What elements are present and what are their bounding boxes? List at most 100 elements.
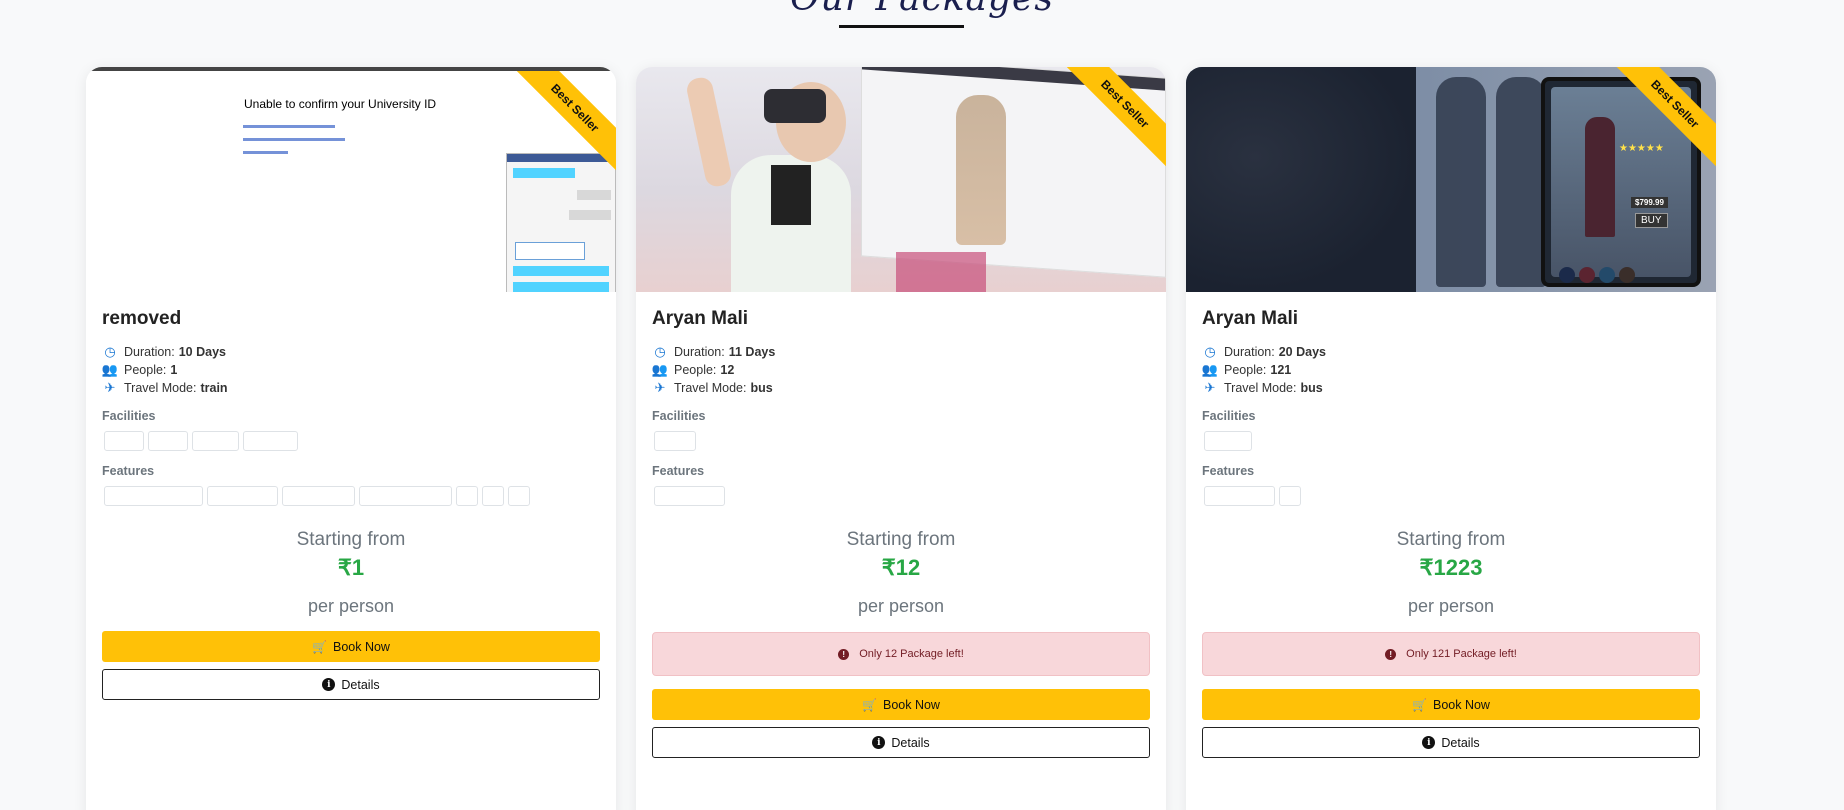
- book-now-button[interactable]: 🛒 Book Now: [652, 689, 1150, 720]
- details-button[interactable]: i Details: [1202, 727, 1700, 758]
- exclamation-icon: !: [1385, 648, 1397, 660]
- people-value: 1: [170, 363, 178, 377]
- feature-chip: [104, 486, 203, 506]
- feature-chip: [1204, 486, 1275, 506]
- people-row: 👥 People: 1: [102, 361, 600, 379]
- best-seller-ribbon: Best Seller: [1061, 67, 1166, 168]
- travel-mode-label: Travel Mode:: [1224, 381, 1297, 395]
- details-label: Details: [341, 677, 380, 692]
- features-chips: [104, 486, 600, 507]
- book-now-label: Book Now: [1432, 697, 1490, 712]
- people-value: 12: [720, 363, 735, 377]
- facility-chip: [192, 431, 239, 451]
- starting-from-label: Starting from: [846, 529, 956, 550]
- cart-icon: 🛒: [312, 639, 327, 654]
- thumb-price: $799.99: [1631, 197, 1668, 208]
- thumb-line: [243, 151, 288, 154]
- section-title: Our Packages: [0, 0, 1844, 19]
- users-icon: 👥: [101, 362, 119, 377]
- travel-mode-value: bus: [750, 381, 773, 395]
- book-now-button[interactable]: 🛒 Book Now: [1202, 689, 1700, 720]
- package-card: Best Seller Aryan Mali ◷ Duration: 11 Days…: [636, 67, 1166, 810]
- people-label: People:: [1224, 363, 1267, 377]
- duration-label: Duration:: [1224, 345, 1275, 359]
- plane-icon: ✈: [104, 380, 116, 395]
- best-seller-ribbon: Best Seller: [511, 71, 616, 172]
- package-title: Aryan Mali: [652, 308, 749, 329]
- cart-icon: 🛒: [862, 697, 877, 712]
- details-button[interactable]: i Details: [652, 727, 1150, 758]
- info-icon: i: [322, 678, 336, 691]
- people-label: People:: [674, 363, 717, 377]
- book-now-button[interactable]: 🛒 Book Now: [102, 631, 600, 662]
- facilities-chips: [1204, 431, 1700, 452]
- people-label: People:: [124, 363, 167, 377]
- thumb-buy: BUY: [1635, 213, 1668, 228]
- duration-label: Duration:: [124, 345, 175, 359]
- thumb-line: [243, 138, 345, 141]
- package-card: ★★★★★ $799.99 BUY Best Seller Aryan Mali…: [1186, 67, 1716, 810]
- facility-chip: [1204, 431, 1252, 451]
- facilities-heading: Facilities: [652, 409, 706, 423]
- feature-chip: [482, 486, 504, 506]
- facility-chip: [243, 431, 298, 451]
- feature-chip: [359, 486, 452, 506]
- features-heading: Features: [102, 464, 155, 478]
- features-heading: Features: [1202, 464, 1255, 478]
- per-person-label: per person: [1407, 596, 1495, 616]
- facilities-chips: [654, 431, 1150, 452]
- best-seller-ribbon: Best Seller: [1611, 67, 1716, 168]
- details-button[interactable]: i Details: [102, 669, 600, 700]
- thumb-line: [243, 125, 335, 128]
- facility-chip: [148, 431, 188, 451]
- package-price: ₹12: [881, 555, 921, 580]
- book-now-label: Book Now: [882, 697, 940, 712]
- per-person-label: per person: [307, 596, 395, 616]
- package-card: Unable to confirm your University ID Bes…: [86, 67, 616, 810]
- package-image: ★★★★★ $799.99 BUY Best Seller: [1186, 67, 1716, 292]
- starting-from-label: Starting from: [296, 529, 406, 550]
- users-icon: 👥: [1201, 362, 1219, 377]
- duration-row: ◷ Duration: 10 Days: [102, 343, 600, 361]
- feature-chip: [508, 486, 530, 506]
- details-label: Details: [1441, 735, 1480, 750]
- package-title: removed: [102, 308, 182, 329]
- features-chips: [654, 486, 1150, 507]
- package-image: Best Seller: [636, 67, 1166, 292]
- travel-mode-row: ✈ Travel Mode: bus: [1202, 379, 1700, 397]
- feature-chip: [207, 486, 278, 506]
- facilities-chips: [104, 431, 600, 452]
- starting-from-label: Starting from: [1396, 529, 1506, 550]
- package-price: ₹1: [337, 555, 365, 580]
- facility-chip: [654, 431, 696, 451]
- plane-icon: ✈: [1204, 380, 1216, 395]
- duration-row: ◷ Duration: 20 Days: [1202, 343, 1700, 361]
- travel-mode-label: Travel Mode:: [674, 381, 747, 395]
- facility-chip: [104, 431, 144, 451]
- feature-chip: [654, 486, 725, 506]
- users-icon: 👥: [651, 362, 669, 377]
- package-title: Aryan Mali: [1202, 308, 1299, 329]
- clock-icon: ◷: [1204, 344, 1216, 359]
- clock-icon: ◷: [104, 344, 116, 359]
- info-icon: i: [1422, 736, 1436, 749]
- facilities-heading: Facilities: [102, 409, 156, 423]
- plane-icon: ✈: [654, 380, 666, 395]
- duration-value: 20 Days: [1278, 345, 1326, 359]
- travel-mode-label: Travel Mode:: [124, 381, 197, 395]
- duration-label: Duration:: [674, 345, 725, 359]
- stock-alert: ! Only 121 Package left!: [1202, 632, 1700, 676]
- details-label: Details: [891, 735, 930, 750]
- duration-value: 11 Days: [728, 345, 776, 359]
- travel-mode-row: ✈ Travel Mode: train: [102, 379, 600, 397]
- cart-icon: 🛒: [1412, 697, 1427, 712]
- info-icon: i: [872, 736, 886, 749]
- people-value: 121: [1270, 363, 1292, 377]
- feature-chip: [456, 486, 478, 506]
- travel-mode-row: ✈ Travel Mode: bus: [652, 379, 1150, 397]
- package-price: ₹1223: [1419, 555, 1483, 580]
- thumb-text: Unable to confirm your University ID: [244, 97, 437, 111]
- features-heading: Features: [652, 464, 705, 478]
- per-person-label: per person: [857, 596, 945, 616]
- features-chips: [1204, 486, 1700, 507]
